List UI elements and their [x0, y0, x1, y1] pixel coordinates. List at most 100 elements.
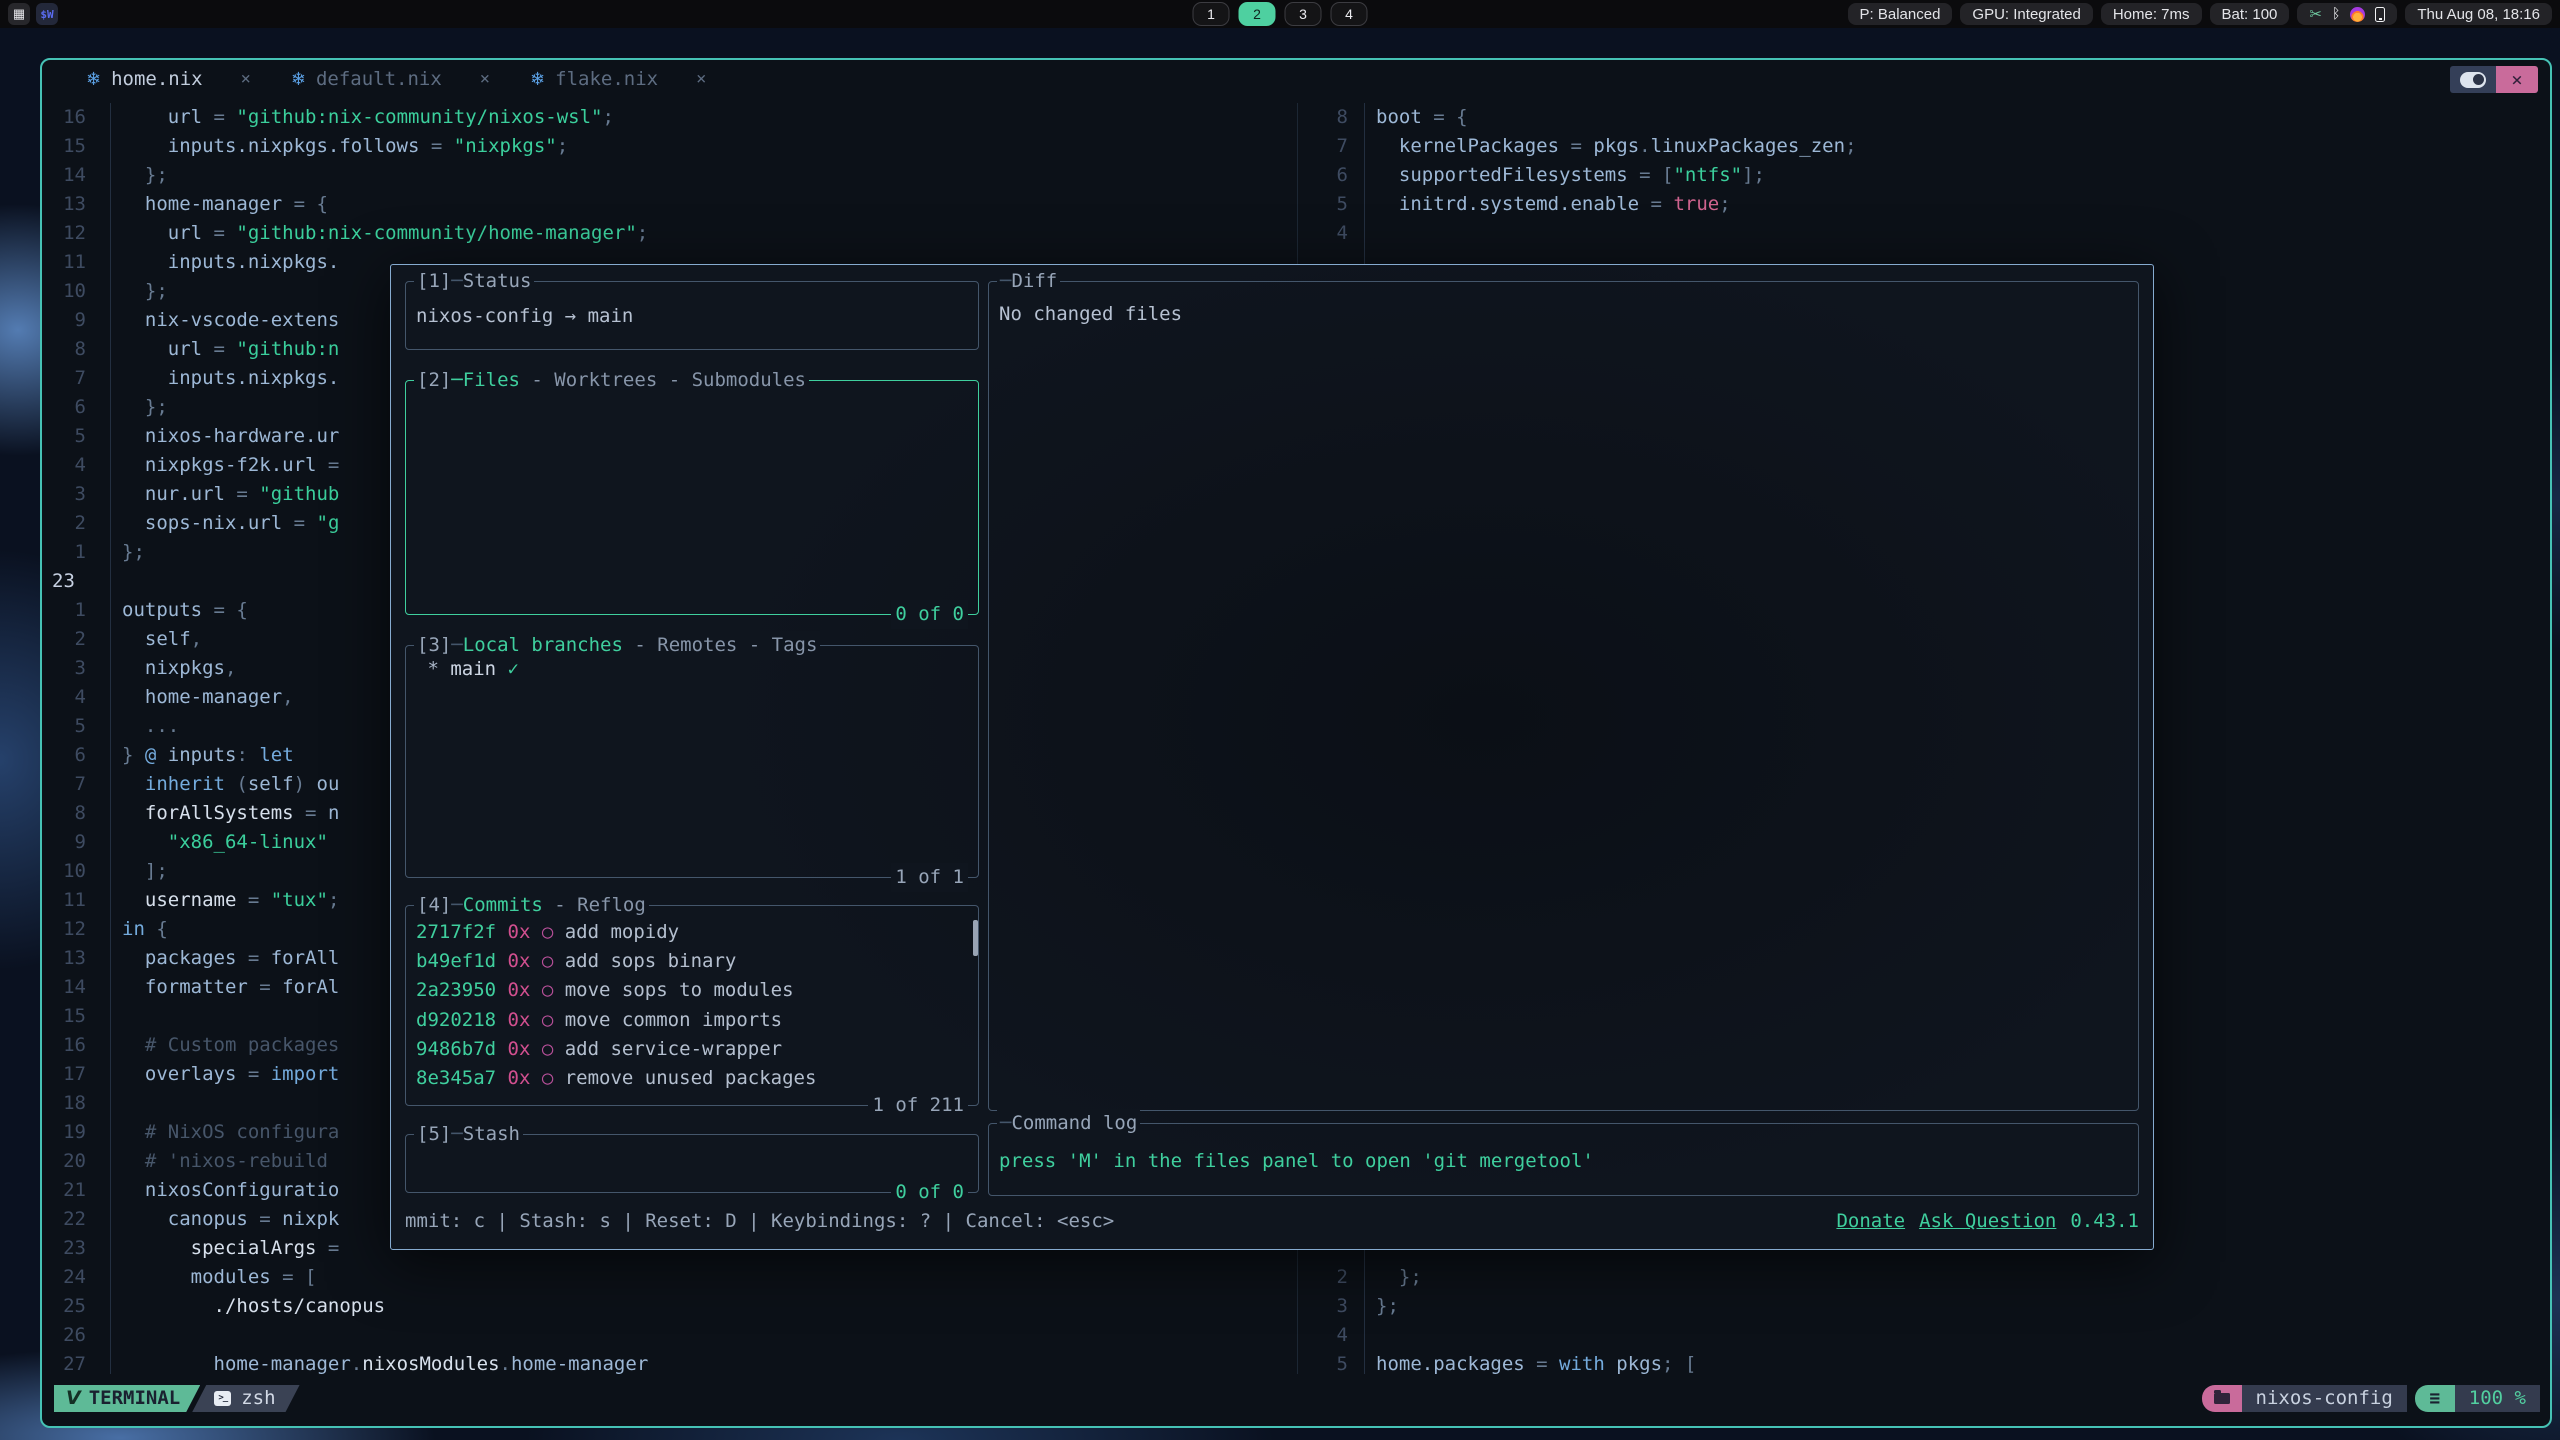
- window-close-button[interactable]: ×: [2496, 66, 2538, 93]
- lazygit-files-panel[interactable]: [2]─Files - Worktrees - Submodules 0 of …: [405, 380, 979, 615]
- code-line[interactable]: 5home.packages = with pkgs; [: [1298, 1350, 2550, 1374]
- line-number: 5: [44, 422, 110, 451]
- command-log-content: press 'M' in the files panel to open 'gi…: [989, 1124, 2138, 1172]
- lazygit-diff-panel[interactable]: ─Diff No changed files: [988, 281, 2139, 1111]
- line-number: 3: [44, 480, 110, 509]
- line-number: 12: [44, 915, 110, 944]
- code-text: # Custom packages: [110, 1034, 339, 1056]
- editor-tabbar: ❄home.nix× ❄default.nix× ❄flake.nix×: [86, 68, 706, 90]
- workspace-button-3[interactable]: 3: [1285, 2, 1322, 26]
- code-line[interactable]: 12 url = "github:nix-community/home-mana…: [44, 219, 1297, 248]
- code-line[interactable]: 3};: [1298, 1292, 2550, 1321]
- phone-icon[interactable]: [2375, 7, 2385, 22]
- code-line[interactable]: 26: [44, 1321, 1297, 1350]
- code-line[interactable]: 8boot = {: [1298, 103, 2550, 132]
- commit-row[interactable]: b49ef1d 0x ○ add sops binary: [406, 947, 978, 976]
- workspace-button-4[interactable]: 4: [1331, 2, 1368, 26]
- line-number: 9: [44, 828, 110, 857]
- code-text: outputs = {: [110, 599, 248, 621]
- code-line[interactable]: 4: [1298, 1321, 2550, 1350]
- code-line[interactable]: 2 };: [1298, 1263, 2550, 1292]
- lazygit-command-log-panel[interactable]: ─Command log press 'M' in the files pane…: [988, 1123, 2139, 1196]
- lazygit-stash-panel[interactable]: [5]─Stash 0 of 0: [405, 1134, 979, 1193]
- code-line[interactable]: 7 kernelPackages = pkgs.linuxPackages_ze…: [1298, 132, 2550, 161]
- code-line[interactable]: 5 initrd.systemd.enable = true;: [1298, 190, 2550, 219]
- line-number: 4: [1298, 1321, 1364, 1350]
- files-count: 0 of 0: [891, 600, 968, 629]
- tray-module[interactable]: ✂ ᛒ: [2297, 3, 2397, 25]
- line-number: 14: [44, 973, 110, 1002]
- tab-home.nix[interactable]: ❄home.nix×: [86, 68, 251, 90]
- line-number: 3: [1298, 1292, 1364, 1321]
- line-number: 2: [44, 625, 110, 654]
- battery-module[interactable]: Bat: 100: [2210, 3, 2290, 25]
- app-grid-icon[interactable]: ▦: [8, 3, 30, 25]
- donate-link[interactable]: Donate: [1836, 1210, 1905, 1232]
- scroll-percent: 100 %: [2455, 1385, 2540, 1412]
- scissors-icon[interactable]: ✂: [2309, 5, 2322, 23]
- code-line[interactable]: 27 home-manager.nixosModules.home-manage…: [44, 1350, 1297, 1374]
- neovim-icon[interactable]: $W: [36, 3, 58, 25]
- code-line[interactable]: 6 supportedFilesystems = ["ntfs"];: [1298, 161, 2550, 190]
- bluetooth-icon[interactable]: ᛒ: [2332, 6, 2340, 22]
- module-text: Home: 7ms: [2113, 6, 2190, 23]
- code-line[interactable]: 24 modules = [: [44, 1263, 1297, 1292]
- tab-close-icon[interactable]: ×: [241, 69, 251, 89]
- code-line[interactable]: 4: [1298, 219, 2550, 248]
- topbar-app-icons: ▦ $W: [8, 3, 58, 25]
- code-line[interactable]: 25 ./hosts/canopus: [44, 1292, 1297, 1321]
- tab-flake.nix[interactable]: ❄flake.nix×: [530, 68, 706, 90]
- tab-close-icon[interactable]: ×: [480, 69, 490, 89]
- ask-question-link[interactable]: Ask Question: [1919, 1210, 2056, 1232]
- code-text: packages = forAll: [110, 947, 339, 969]
- code-text: # NixOS configura: [110, 1121, 339, 1143]
- code-text: # 'nixos-rebuild: [110, 1150, 328, 1172]
- window-controls: ×: [2450, 66, 2538, 93]
- branch-check-icon: ✓: [496, 658, 519, 680]
- code-text: inputs.nixpkgs.follows = "nixpkgs";: [110, 135, 568, 157]
- line-number: 11: [44, 886, 110, 915]
- lazygit-commits-panel[interactable]: [4]─Commits - Reflog 2717f2f 0x ○ add mo…: [405, 905, 979, 1106]
- line-number: 14: [44, 161, 110, 190]
- code-line[interactable]: 13 home-manager = {: [44, 190, 1297, 219]
- power-profile-module[interactable]: P: Balanced: [1848, 3, 1953, 25]
- code-text: url = "github:nix-community/home-manager…: [110, 222, 648, 244]
- code-text: "x86_64-linux": [110, 831, 328, 853]
- clock-module[interactable]: Thu Aug 08, 18:16: [2405, 3, 2552, 25]
- code-text: };: [110, 280, 168, 302]
- code-text: };: [110, 541, 145, 563]
- commits-count: 1 of 211: [868, 1091, 968, 1120]
- line-number: 23: [44, 567, 110, 596]
- commits-scrollbar[interactable]: [973, 920, 978, 956]
- code-line[interactable]: 15 inputs.nixpkgs.follows = "nixpkgs";: [44, 132, 1297, 161]
- line-number: 23: [44, 1234, 110, 1263]
- line-number: 4: [44, 451, 110, 480]
- code-line[interactable]: 16 url = "github:nix-community/nixos-wsl…: [44, 103, 1297, 132]
- repo-name: nixos-config: [2242, 1385, 2407, 1412]
- code-text: nixosConfiguratio: [110, 1179, 339, 1201]
- network-latency-module[interactable]: Home: 7ms: [2101, 3, 2202, 25]
- gpu-module[interactable]: GPU: Integrated: [1960, 3, 2092, 25]
- workspace-button-1[interactable]: 1: [1193, 2, 1230, 26]
- workspace-button-2[interactable]: 2: [1239, 2, 1276, 26]
- nix-snowflake-icon: ❄: [291, 69, 306, 90]
- folder-segment: [2202, 1385, 2242, 1412]
- flame-icon[interactable]: [2350, 7, 2365, 22]
- commit-row[interactable]: 2a23950 0x ○ move sops to modules: [406, 976, 978, 1005]
- toggle-button[interactable]: [2450, 66, 2496, 93]
- commit-row[interactable]: 2717f2f 0x ○ add mopidy: [406, 918, 978, 947]
- line-number: 27: [44, 1350, 110, 1374]
- line-number: 10: [44, 857, 110, 886]
- lazygit-status-panel[interactable]: [1]─Status nixos-config → main: [405, 281, 979, 350]
- tab-default.nix[interactable]: ❄default.nix×: [291, 68, 490, 90]
- commit-row[interactable]: 9486b7d 0x ○ add service-wrapper: [406, 1035, 978, 1064]
- lazygit-branches-panel[interactable]: [3]─Local branches - Remotes - Tags * ma…: [405, 645, 979, 878]
- commit-row[interactable]: d920218 0x ○ move common imports: [406, 1006, 978, 1035]
- line-number: 6: [44, 741, 110, 770]
- line-number: 13: [44, 944, 110, 973]
- line-number: 5: [1298, 190, 1364, 219]
- code-text: canopus = nixpk: [110, 1208, 339, 1230]
- code-line[interactable]: 14 };: [44, 161, 1297, 190]
- tab-close-icon[interactable]: ×: [696, 69, 706, 89]
- commit-row[interactable]: 8e345a7 0x ○ remove unused packages: [406, 1064, 978, 1093]
